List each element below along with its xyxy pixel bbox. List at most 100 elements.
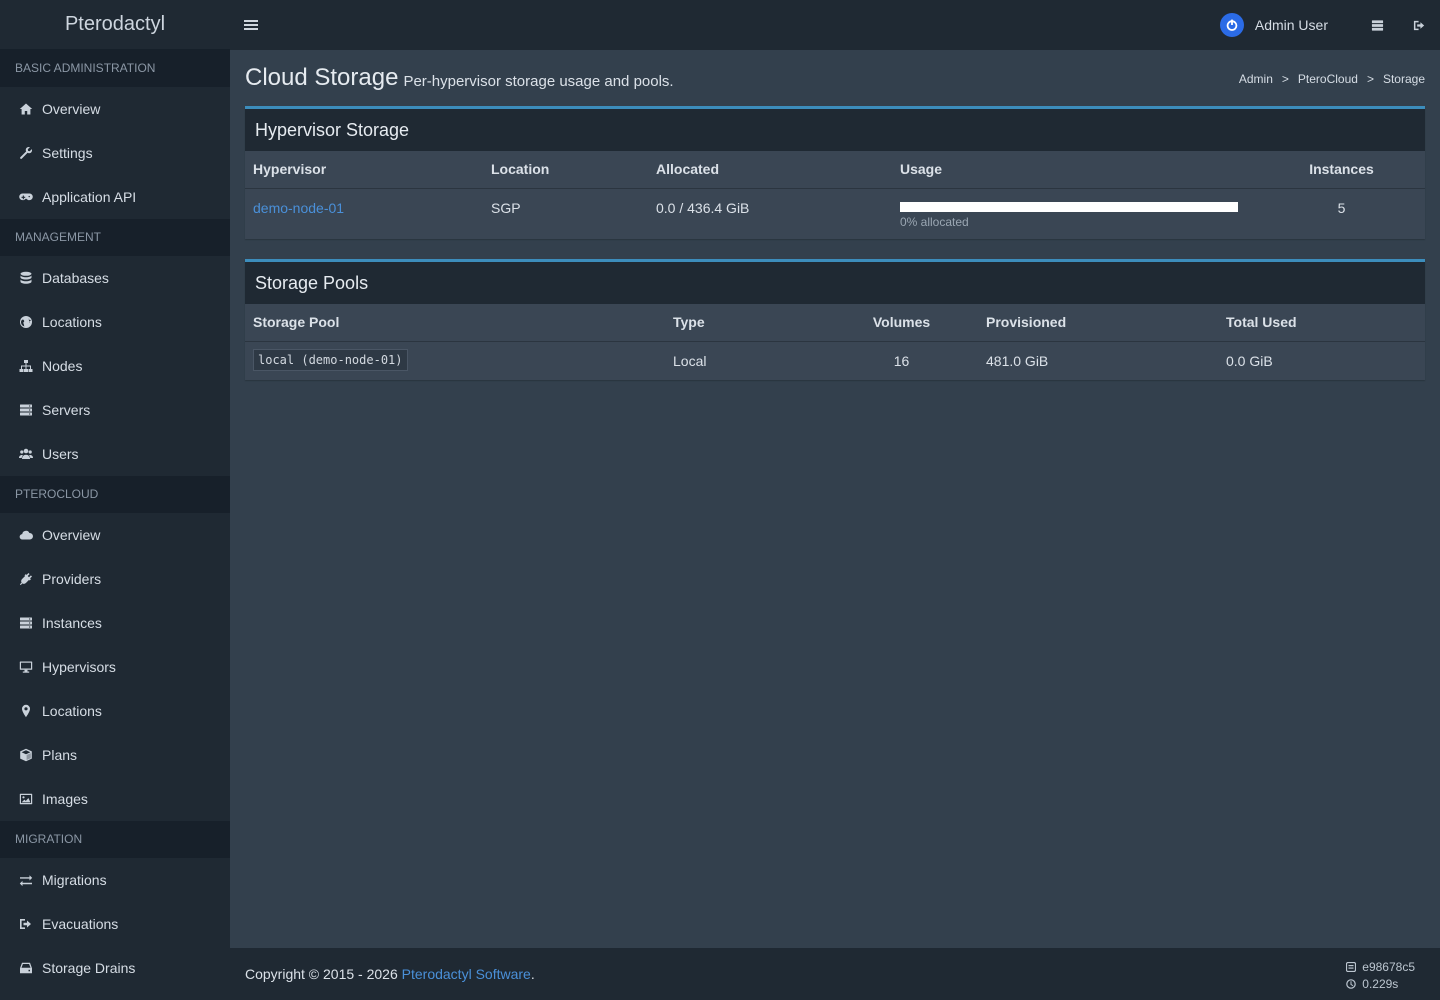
image-icon [18,791,34,807]
sidebar-item-settings[interactable]: Settings [0,131,230,175]
sidebar-item-instances[interactable]: Instances [0,601,230,645]
copyright-text: Copyright © 2015 - 2026 [245,966,402,982]
sidebar-item-providers[interactable]: Providers [0,557,230,601]
sidebar-item-servers[interactable]: Servers [0,388,230,432]
logout-icon[interactable] [1398,0,1440,50]
top-right-controls: Admin User [1219,0,1440,50]
storage-pools-table: Storage Pool Type Volumes Provisioned To… [245,304,1425,380]
server-icon [18,615,34,631]
storage-pools-box: Storage Pools Storage Pool Type Volumes … [245,259,1425,380]
sidebar-item-overview[interactable]: Overview [0,513,230,557]
sidebar-item-label: Providers [42,571,102,587]
total-used-cell: 0.0 GiB [1226,352,1273,369]
sidebar-item-label: Overview [42,527,101,543]
hypervisor-storage-box: Hypervisor Storage Hypervisor Location A… [245,106,1425,239]
column-header: Provisioned [978,304,1218,342]
home-icon [18,101,34,117]
sidebar: Pterodactyl BASIC ADMINISTRATION Overview… [0,0,230,1000]
commit-hash: e98678c5 [1362,959,1415,974]
sidebar-item-label: Plans [42,747,78,763]
storage-pool-name: local (demo-node-01) [253,348,408,371]
sidebar-item-label: Databases [42,270,109,286]
sidebar-item-locations[interactable]: Locations [0,689,230,733]
users-icon [18,446,34,462]
volumes-cell: 16 [893,352,910,369]
sidebar-section-header: MIGRATION [0,821,230,858]
instances-cell: 5 [1337,199,1346,216]
sidebar-item-locations[interactable]: Locations [0,300,230,344]
table-row: demo-node-01 SGP 0.0 / 436.4 GiB 0% allo… [245,188,1425,239]
usage-label: 0% allocated [900,214,969,229]
menu-toggle-icon[interactable] [244,18,258,32]
breadcrumb-pterocloud[interactable]: PteroCloud [1298,72,1358,86]
wrench-icon [18,145,34,161]
column-header: Instances [1258,151,1425,189]
sidebar-item-label: Overview [42,101,101,117]
brand-logo[interactable]: Pterodactyl [0,0,230,50]
column-header: Storage Pool [245,304,665,342]
render-time: 0.229s [1362,976,1399,991]
sidebar-item-label: Locations [42,314,102,330]
gamepad-icon [18,189,34,205]
sidebar-section-header: BASIC ADMINISTRATION [0,50,230,87]
location-cell: SGP [491,199,521,216]
footer-copyright: Copyright © 2015 - 2026 Pterodactyl Soft… [245,966,535,982]
copyright-period: . [530,966,535,982]
breadcrumb: Admin > PteroCloud > Storage [1239,72,1425,86]
sidebar-item-label: Migrations [42,872,107,888]
sidebar-item-storage-drains[interactable]: Storage Drains [0,946,230,990]
usage-progress-bar [900,201,1238,212]
sidebar-item-evacuations[interactable]: Evacuations [0,902,230,946]
server-icon [18,402,34,418]
user-name: Admin User [1254,17,1328,33]
map-marker-icon [18,703,34,719]
breadcrumb-storage: Storage [1382,72,1425,86]
server-list-icon[interactable] [1356,0,1398,50]
sidebar-item-nodes[interactable]: Nodes [0,344,230,388]
column-header: Hypervisor [245,151,483,189]
desktop-icon [18,659,34,675]
cloud-icon [18,527,34,543]
sidebar-item-hypervisors[interactable]: Hypervisors [0,645,230,689]
box-title: Storage Pools [245,262,1425,304]
sidebar-item-users[interactable]: Users [0,432,230,476]
top-navbar: Admin User [230,0,1440,50]
pterodactyl-software-link[interactable]: Pterodactyl Software [402,966,531,982]
sign-out-icon [18,916,34,932]
plug-icon [18,571,34,587]
breadcrumb-separator: > [1366,72,1374,86]
sidebar-item-label: Images [42,791,88,807]
column-header: Total Used [1218,304,1425,342]
hypervisor-link[interactable]: demo-node-01 [253,200,344,216]
sidebar-item-plans[interactable]: Plans [0,733,230,777]
breadcrumb-admin[interactable]: Admin [1239,72,1273,86]
column-header: Location [483,151,648,189]
usage-cell: 0% allocated [892,188,1258,239]
sidebar-item-label: Evacuations [42,916,119,932]
globe-icon [18,314,34,330]
database-icon [18,270,34,286]
sidebar-item-label: Storage Drains [42,960,136,976]
sidebar-item-images[interactable]: Images [0,777,230,821]
code-branch-icon [1346,961,1357,972]
sidebar-item-application-api[interactable]: Application API [0,175,230,219]
table-row: local (demo-node-01) Local 16 481.0 GiB … [245,341,1425,380]
sidebar-item-migrations[interactable]: Migrations [0,858,230,902]
column-header: Allocated [648,151,892,189]
cube-icon [18,747,34,763]
user-menu[interactable]: Admin User [1219,13,1356,37]
type-cell: Local [673,352,707,369]
page-title: Cloud Storage [245,64,399,91]
allocated-cell: 0.0 / 436.4 GiB [656,199,750,216]
clock-icon [1346,978,1357,989]
sidebar-item-overview[interactable]: Overview [0,87,230,131]
sidebar-item-label: Settings [42,145,93,161]
main-content: Cloud Storage Per-hypervisor storage usa… [245,50,1425,400]
avatar [1219,13,1244,37]
sidebar-item-databases[interactable]: Databases [0,256,230,300]
sidebar-section-header: MANAGEMENT [0,219,230,256]
footer-meta: e98678c5 0.229s [1346,958,1415,992]
column-header: Volumes [825,304,978,342]
sitemap-icon [18,358,34,374]
hypervisor-storage-table: Hypervisor Location Allocated Usage Inst… [245,151,1425,239]
